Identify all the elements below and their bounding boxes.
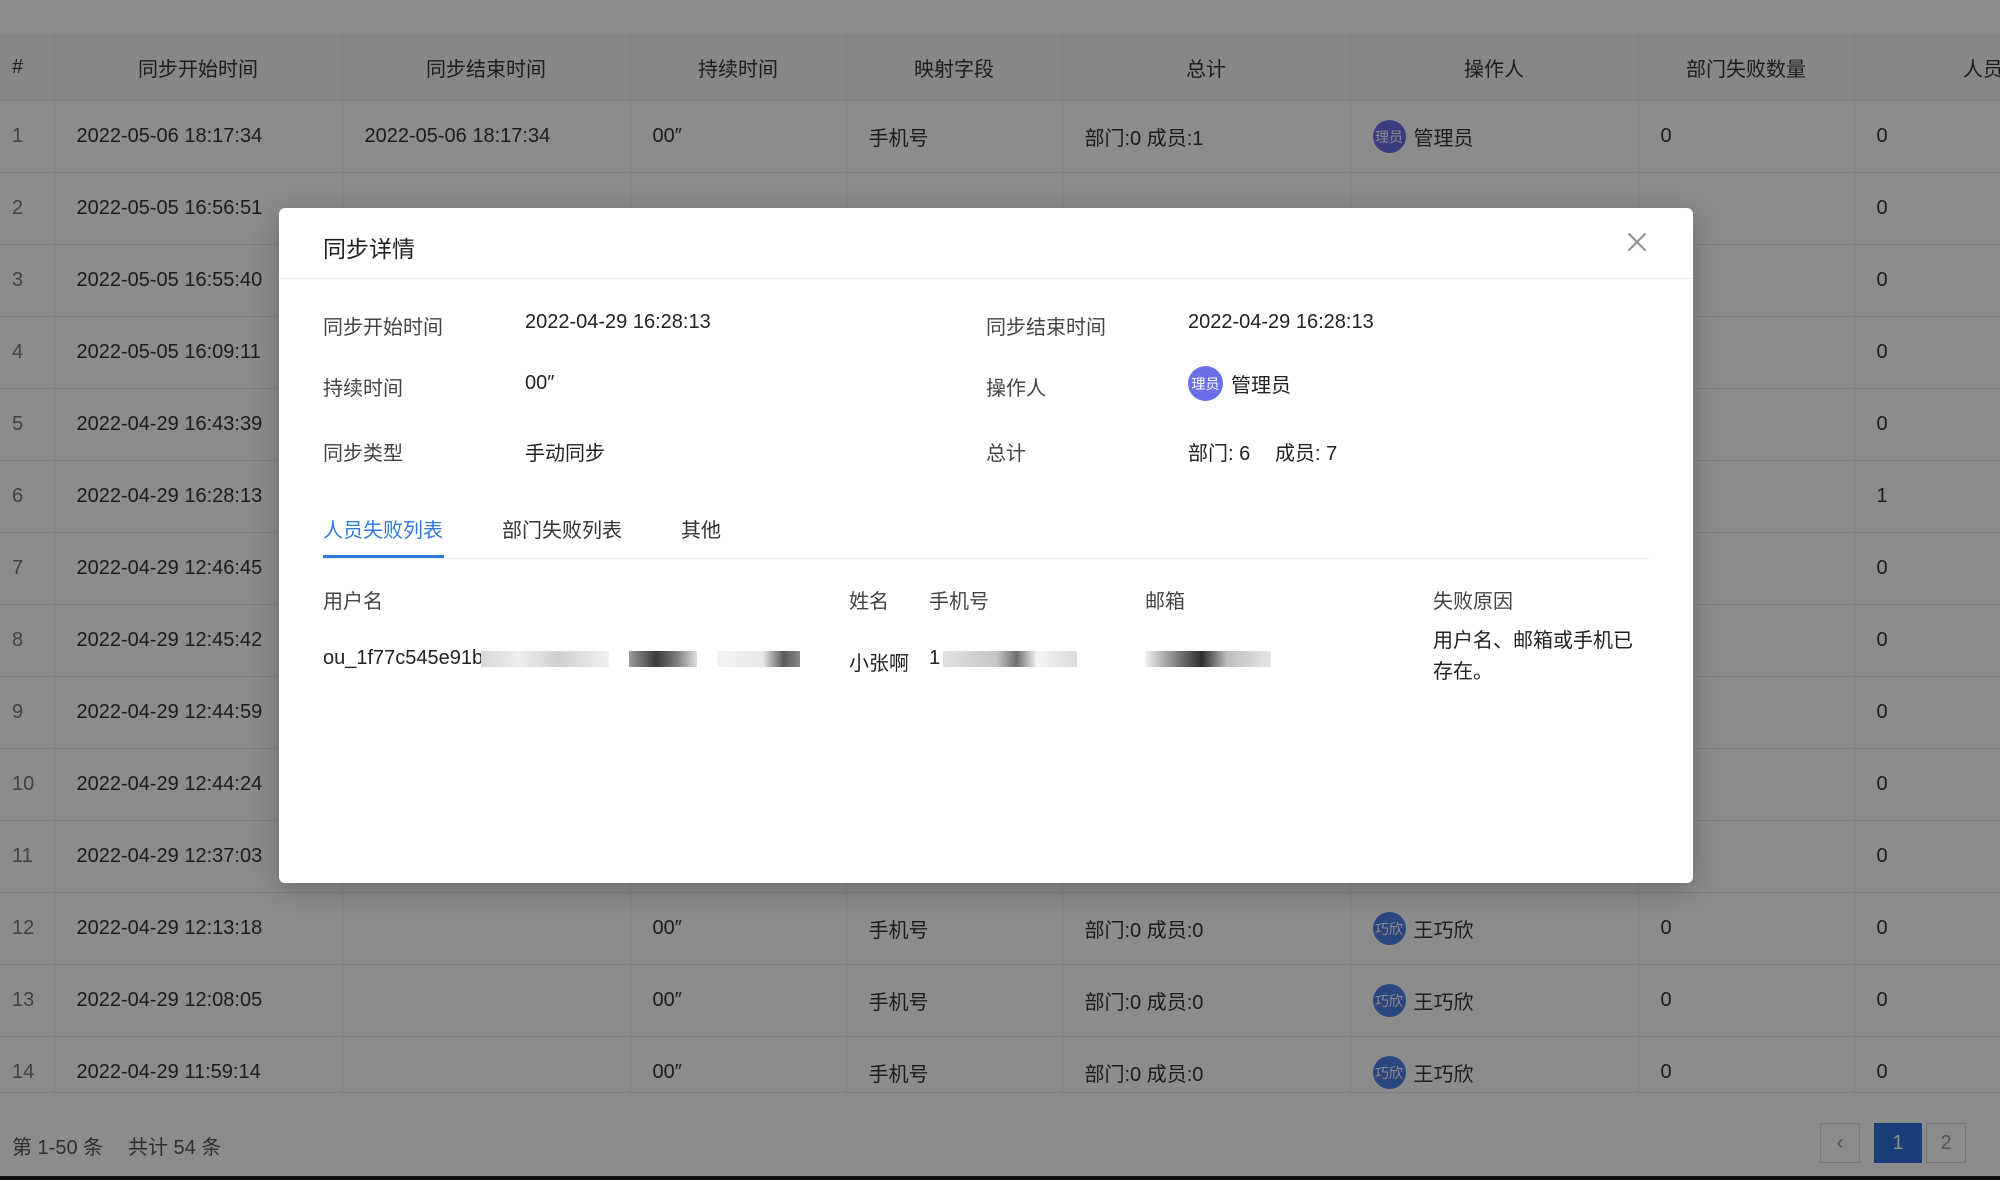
sync-detail-modal: 同步详情 同步开始时间 2022-04-29 16:28:13 同步结束时间 2… — [279, 208, 1693, 883]
total-label: 总计 — [986, 443, 1026, 465]
redacted-phone — [943, 651, 1077, 667]
redacted-username-part — [717, 651, 800, 667]
end-time-value: 2022-04-29 16:28:13 — [1188, 311, 1374, 333]
modal-title: 同步详情 — [323, 236, 415, 262]
sync-type-value: 手动同步 — [525, 443, 605, 465]
fail-username: ou_1f77c545e91b — [323, 647, 484, 669]
fail-header-name: 姓名 — [849, 591, 889, 613]
start-time-value: 2022-04-29 16:28:13 — [525, 311, 711, 333]
fail-header-phone: 手机号 — [929, 591, 989, 613]
tab-dept-failures[interactable]: 部门失败列表 — [502, 514, 622, 543]
fail-reason: 用户名、邮箱或手机已存在。 — [1433, 630, 1633, 683]
active-tab-indicator — [323, 555, 444, 558]
end-time-label: 同步结束时间 — [986, 317, 1106, 339]
modal-header: 同步详情 — [279, 208, 1693, 279]
sync-type-label: 同步类型 — [323, 443, 403, 465]
redacted-email — [1145, 651, 1271, 667]
duration-value: 00″ — [525, 372, 555, 394]
total-dept-value: 部门: 6 — [1188, 443, 1251, 465]
tab-other[interactable]: 其他 — [681, 514, 721, 543]
total-member-value: 成员: 7 — [1275, 443, 1338, 465]
redacted-username-part — [629, 651, 697, 667]
redacted-username-part — [481, 651, 609, 667]
avatar: 理员 — [1188, 366, 1223, 401]
start-time-label: 同步开始时间 — [323, 317, 443, 339]
operator-name: 管理员 — [1231, 375, 1291, 397]
operator-label: 操作人 — [986, 378, 1046, 400]
tab-user-failures[interactable]: 人员失败列表 — [323, 514, 443, 543]
failure-tabs: 人员失败列表 部门失败列表 其他 — [323, 504, 1649, 559]
operator-value: 理员 管理员 — [1188, 366, 1291, 401]
close-icon[interactable] — [1625, 230, 1649, 254]
duration-label: 持续时间 — [323, 378, 403, 400]
fail-header-email: 邮箱 — [1145, 591, 1185, 613]
fail-phone: 1 — [929, 647, 941, 669]
fail-header-username: 用户名 — [323, 591, 383, 613]
fail-header-reason: 失败原因 — [1433, 591, 1513, 613]
fail-name: 小张啊 — [849, 653, 909, 675]
